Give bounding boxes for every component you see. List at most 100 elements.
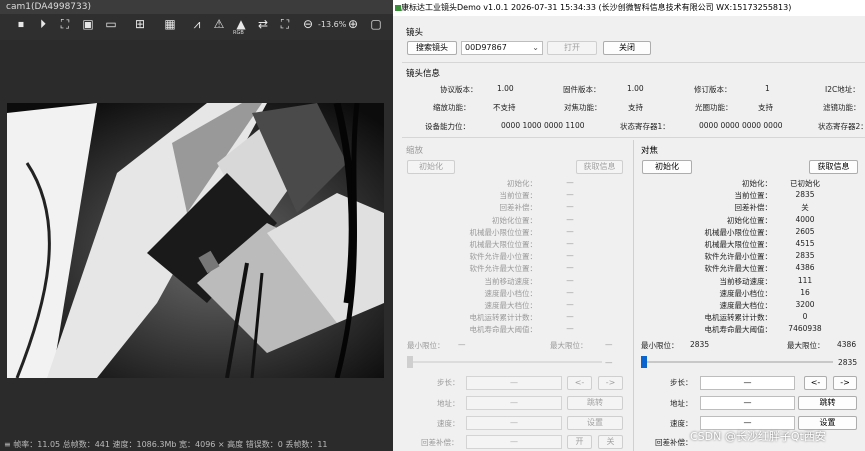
- focus-field-label: 当前移动速度：: [719, 276, 773, 286]
- zoom-field-value: —: [566, 312, 574, 322]
- zoom-speed-set-button[interactable]: 设置: [567, 416, 623, 430]
- zoom-backlash-label: 回差补偿：: [421, 438, 459, 447]
- stop-icon[interactable]: ⏹: [14, 17, 28, 31]
- zoom-backlash-off-button[interactable]: 关: [598, 435, 623, 449]
- window-title: 康标达工业镜头Demo v1.0.1 2026-07-31 15:34:33 (…: [393, 0, 865, 16]
- zoom-field-label: 初始化：: [507, 179, 537, 188]
- focus-field-value: 4515: [795, 239, 815, 248]
- zoom-min-label: 最小限位：: [407, 341, 445, 350]
- zoom-step-next-button[interactable]: ->: [598, 376, 623, 390]
- focus-step-label: 步长：: [670, 378, 693, 387]
- zoom-in-icon[interactable]: ⊕: [346, 17, 360, 31]
- focus-slider-handle[interactable]: [641, 356, 647, 368]
- focus-max-value: 4386: [837, 340, 857, 349]
- focus-section-title: 对焦: [641, 146, 659, 156]
- focus-field-value: 2835: [795, 190, 815, 200]
- search-lens-button[interactable]: 搜索镜头: [407, 41, 457, 55]
- focus-field-value: 已初始化: [790, 179, 820, 188]
- zoom-min-value: —: [458, 340, 466, 349]
- zoom-field-value: —: [566, 190, 574, 200]
- lens-section-title: 镜头: [406, 28, 424, 38]
- zoom-out-icon[interactable]: ⊖: [301, 17, 315, 31]
- zoom-slider[interactable]: [407, 356, 602, 368]
- zoom-init-button[interactable]: 初始化: [407, 160, 455, 174]
- zoom-slider-handle[interactable]: [407, 356, 413, 368]
- close-button[interactable]: 关闭: [603, 41, 651, 55]
- zoom-field-value: —: [566, 214, 574, 224]
- zoom-speed-input[interactable]: —: [466, 416, 562, 430]
- zoom-field-value: —: [566, 287, 574, 297]
- focus-step-prev-button[interactable]: <-: [804, 376, 827, 390]
- focus-field-value: 111: [797, 275, 813, 285]
- zoom-field-label: 机械最小限位位置：: [469, 227, 538, 237]
- zoom-field-value: —: [566, 178, 574, 187]
- swap-icon[interactable]: ⇄: [256, 17, 270, 31]
- app-icon: [395, 5, 401, 11]
- grid-icon[interactable]: ⊞: [133, 17, 147, 31]
- record-icon[interactable]: ▭: [104, 17, 118, 31]
- focus-field-label: 初始化位置：: [727, 215, 772, 225]
- focus-jump-button[interactable]: 跳转: [798, 396, 857, 410]
- focus-field-label: 电机寿命最大阈值：: [704, 325, 773, 335]
- open-button[interactable]: 打开: [547, 41, 597, 55]
- focus-slider[interactable]: [641, 356, 833, 368]
- snapshot-icon[interactable]: ▣: [81, 17, 95, 31]
- zoom-jump-button[interactable]: 跳转: [567, 396, 623, 410]
- zoom-field-value: —: [566, 263, 574, 273]
- focus-field-value: 3200: [795, 300, 815, 309]
- focus-field-value: 7460938: [788, 324, 822, 334]
- focus-address-input[interactable]: —: [700, 396, 795, 410]
- table-icon[interactable]: ▦: [163, 17, 177, 31]
- zoom-address-input[interactable]: —: [466, 396, 562, 410]
- zoom-field-value: —: [566, 300, 574, 309]
- chevron-down-icon: ⌄: [532, 43, 539, 52]
- focus-step-next-button[interactable]: ->: [833, 376, 857, 390]
- zoom-step-label: 步长：: [437, 378, 460, 387]
- zoom-field-label: 机械最大限位位置：: [469, 240, 538, 249]
- rgb-icon[interactable]: ▲: [234, 17, 248, 31]
- lens-select-value: 00D97867: [465, 43, 507, 52]
- info-section-title: 镜头信息: [406, 69, 441, 79]
- zoom-field-value: —: [566, 202, 574, 212]
- fullscreen-icon[interactable]: ▢: [369, 17, 383, 31]
- focus-field-value: 4386: [795, 263, 815, 273]
- focus-init-button[interactable]: 初始化: [642, 160, 692, 174]
- focus-field-label: 机械最小限位位置：: [704, 227, 773, 237]
- rgb-label: RGB: [233, 30, 244, 36]
- zoom-speed-label: 速度：: [437, 419, 460, 428]
- camera-title: cam1(DA4998733): [0, 0, 393, 14]
- zoom-step-input[interactable]: —: [466, 376, 562, 390]
- zoom-field-label: 电机寿命最大阈值：: [469, 325, 538, 335]
- focus-field-value: 关: [801, 203, 809, 213]
- focus-field-label: 软件允许最大位置：: [704, 264, 773, 274]
- focus-field-label: 回差补偿：: [734, 203, 773, 213]
- zoom-field-label: 软件允许最大位置：: [469, 264, 538, 274]
- zoom-backlash-on-button[interactable]: 开: [567, 435, 592, 449]
- camera-status-bar: ≡ 帧率：11.05 总帧数：441 速度：1086.3Mb 宽：4096 × …: [0, 438, 393, 451]
- camera-scene: [7, 103, 384, 378]
- zoom-backlash-input[interactable]: —: [466, 435, 562, 449]
- fit-icon[interactable]: ⛶: [58, 17, 72, 31]
- zoom-field-label: 速度最大档位：: [484, 301, 538, 310]
- play-icon[interactable]: ⏵: [36, 17, 50, 31]
- histogram-icon[interactable]: ⩘: [190, 17, 204, 31]
- focus-field-label: 当前位置：: [734, 191, 773, 201]
- zoom-field-value: —: [566, 251, 574, 261]
- focus-field-value: 2835: [795, 251, 815, 261]
- warning-icon[interactable]: ⚠: [212, 17, 226, 31]
- zoom-get-info-button[interactable]: 获取信息: [576, 160, 623, 174]
- focus-step-input[interactable]: —: [700, 376, 795, 390]
- zoom-field-label: 初始化位置：: [492, 215, 537, 225]
- focus-field-value: 0: [802, 312, 808, 322]
- watermark: CSDN @长沙红胖子Qt西安: [690, 430, 826, 443]
- zoom-field-label: 速度最小档位：: [484, 288, 538, 298]
- camera-preview-image[interactable]: [7, 103, 384, 378]
- crop-icon[interactable]: ⛶: [278, 17, 292, 31]
- focus-field-value: 4000: [795, 214, 815, 224]
- focus-field-label: 速度最小档位：: [719, 288, 773, 298]
- lens-select[interactable]: 00D97867 ⌄: [461, 41, 543, 55]
- zoom-step-prev-button[interactable]: <-: [567, 376, 592, 390]
- focus-max-label: 最大限位：: [787, 341, 825, 350]
- zoom-field-label: 当前位置：: [499, 191, 538, 201]
- focus-get-info-button[interactable]: 获取信息: [809, 160, 858, 174]
